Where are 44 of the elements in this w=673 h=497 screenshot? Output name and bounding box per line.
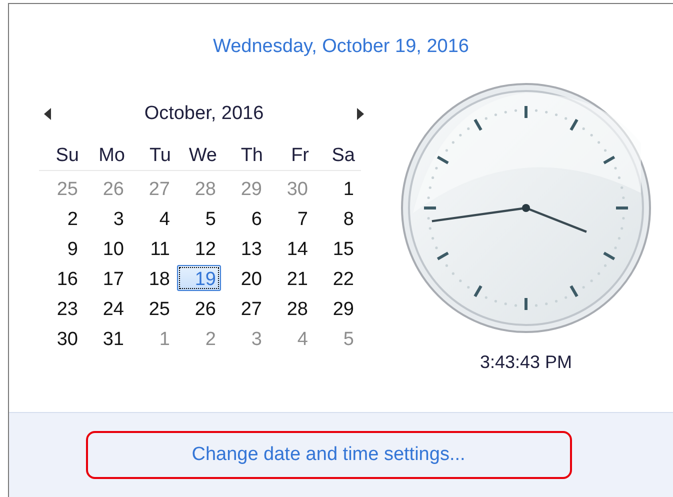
weekday-label: Fr [291,145,309,166]
calendar-day[interactable]: 14 [269,235,313,261]
calendar-day[interactable]: 7 [269,205,313,231]
calendar-day[interactable]: 24 [85,295,129,321]
calendar-day[interactable]: 22 [315,265,359,291]
calendar-day[interactable]: 23 [39,295,83,321]
calendar-day[interactable]: 5 [177,205,221,231]
weekday-label: Su [56,145,79,166]
calendar-day[interactable]: 29 [315,295,359,321]
calendar-day[interactable]: 8 [315,205,359,231]
next-month-icon[interactable] [355,108,365,120]
calendar-day[interactable]: 25 [131,295,175,321]
weekday-label: Tu [150,145,171,166]
weekday-label: Sa [332,145,355,166]
weekday-label: Mo [98,145,125,166]
calendar-day[interactable]: 15 [315,235,359,261]
previous-month-icon[interactable] [43,108,53,120]
calendar-day[interactable]: 17 [85,265,129,291]
clock-time: 3:43:43 PM [480,352,572,373]
calendar-day[interactable]: 18 [131,265,175,291]
calendar-day[interactable]: 19 [177,265,221,291]
calendar-day[interactable]: 11 [131,235,175,261]
calendar-day[interactable]: 2 [39,205,83,231]
calendar-day[interactable]: 30 [39,325,83,351]
calendar-day[interactable]: 31 [85,325,129,351]
settings-link[interactable]: Change date and time settings... [86,431,572,479]
month-title[interactable]: October, 2016 [144,103,264,125]
date-header: Wednesday, October 19, 2016 [213,36,469,57]
calendar-day[interactable]: 16 [39,265,83,291]
weekday-label: Th [240,145,263,166]
calendar-day[interactable]: 3 [85,205,129,231]
calendar-day[interactable]: 12 [177,235,221,261]
weekday-label: We [188,145,217,166]
calendar-day[interactable]: 20 [223,265,267,291]
calendar-day[interactable]: 9 [39,235,83,261]
calendar-day[interactable]: 4 [131,205,175,231]
calendar-day[interactable]: 1 [315,175,359,201]
calendar-day[interactable]: 13 [223,235,267,261]
calendar-day[interactable]: 21 [269,265,313,291]
calendar-day[interactable]: 28 [269,295,313,321]
calendar-day[interactable]: 27 [223,295,267,321]
calendar-day[interactable]: 10 [85,235,129,261]
calendar-day[interactable]: 6 [223,205,267,231]
calendar-day[interactable]: 26 [177,295,221,321]
